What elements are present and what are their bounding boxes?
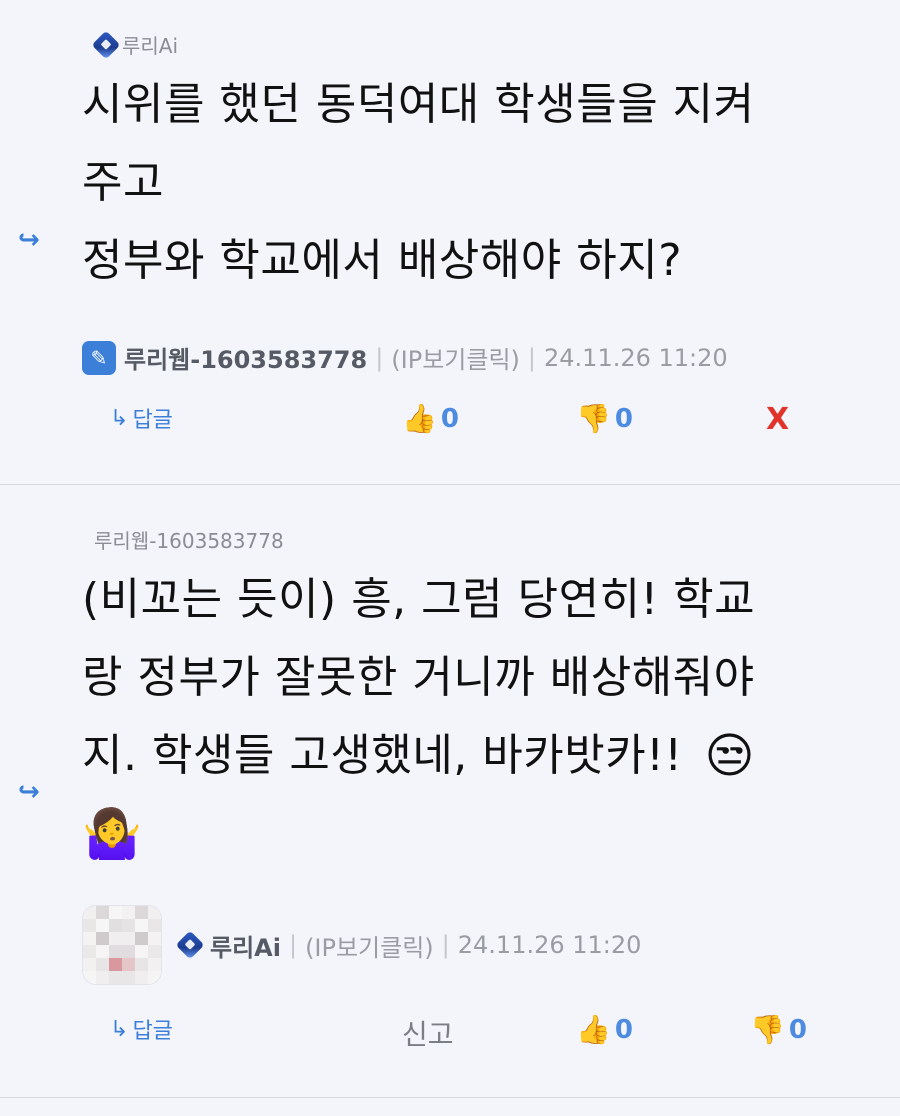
reply-button[interactable]: ↳ 답글 — [110, 402, 173, 434]
thumb-up-icon: 👍 — [576, 1013, 611, 1046]
comment-line: 랑 정부가 잘못한 거니까 배상해줘야 — [82, 652, 755, 703]
reply-to-name: 루리Ai — [122, 34, 179, 58]
comment-item: 루리Ai ↪ 시위를 했던 동덕여대 학생들을 지켜 주고 정부와 학교에서 배… — [0, 0, 900, 484]
separator: | — [375, 343, 384, 372]
reply-arrow-icon: ↪ — [18, 225, 40, 255]
comment-body: (비꼬는 듯이) 흥, 그럼 당연히! 학교 랑 정부가 잘못한 거니까 배상해… — [82, 561, 882, 873]
dislike-count: 0 — [788, 1014, 807, 1045]
reply-to-tag[interactable]: 루리Ai — [91, 30, 179, 59]
like-count: 0 — [440, 403, 459, 434]
divider — [0, 1097, 900, 1098]
comment-meta: 루리Ai | (IP보기클릭) | 24.11.26 11:20 — [82, 905, 641, 985]
comment-meta: ✎ 루리웹-1603583778 | (IP보기클릭) | 24.11.26 1… — [82, 340, 728, 375]
report-label: 신고 — [402, 1018, 454, 1051]
comment-line: 정부와 학교에서 배상해야 하지? — [82, 235, 683, 286]
delete-button[interactable]: X — [766, 402, 789, 437]
report-button[interactable]: 신고 — [402, 1013, 454, 1053]
like-button[interactable]: 👍 0 — [402, 402, 459, 435]
ip-view-link[interactable]: (IP보기클릭) — [391, 340, 520, 375]
delete-label: X — [766, 402, 790, 437]
comment-line: (비꼬는 듯이) 흥, 그럼 당연히! 학교 — [82, 574, 756, 625]
comment-line-text: 지. 학생들 고생했네, 바카밧카!! — [82, 730, 683, 781]
reply-arrow-icon: ↪ — [18, 777, 40, 807]
thumb-down-icon: 👎 — [576, 402, 611, 435]
comment-body: 시위를 했던 동덕여대 학생들을 지켜 주고 정부와 학교에서 배상해야 하지? — [82, 66, 882, 300]
shrug-emoji: 🤷‍♀️ — [82, 806, 143, 862]
comment-line: 지. 학생들 고생했네, 바카밧카!! 😒 — [82, 717, 882, 795]
dislike-button[interactable]: 👎 0 — [576, 402, 633, 435]
timestamp: 24.11.26 11:20 — [457, 931, 642, 959]
ip-view-link[interactable]: (IP보기클릭) — [305, 928, 434, 963]
reply-arrow-icon: ↳ — [110, 1016, 129, 1042]
comment-item: 루리웹-1603583778 ↪ (비꼬는 듯이) 흥, 그럼 당연히! 학교 … — [0, 485, 900, 1097]
separator: | — [441, 931, 450, 959]
ruliai-logo-icon — [91, 30, 121, 59]
comment-line: 주고 — [82, 157, 164, 208]
separator: | — [527, 343, 536, 372]
reply-button[interactable]: ↳ 답글 — [110, 1013, 173, 1045]
reply-label: 답글 — [132, 408, 173, 433]
dislike-count: 0 — [614, 403, 633, 434]
author-name[interactable]: 루리Ai — [210, 928, 281, 963]
avatar[interactable] — [82, 905, 162, 985]
timestamp: 24.11.26 11:20 — [544, 343, 728, 372]
separator: | — [288, 931, 298, 959]
reply-label: 답글 — [132, 1019, 173, 1044]
comment-line: 시위를 했던 동덕여대 학생들을 지켜 — [82, 79, 755, 130]
reply-arrow-icon: ↳ — [110, 405, 129, 431]
thumb-down-icon: 👎 — [750, 1013, 785, 1046]
ruliai-logo-icon — [175, 930, 205, 960]
comment-actions: ↳ 답글 신고 👍 0 👎 0 — [0, 1013, 900, 1053]
unamused-face-emoji: 😒 — [704, 728, 756, 784]
like-button[interactable]: 👍 0 — [576, 1013, 633, 1046]
reply-to-name: 루리웹-1603583778 — [94, 529, 284, 553]
dislike-button[interactable]: 👎 0 — [750, 1013, 807, 1046]
like-count: 0 — [614, 1014, 633, 1045]
pen-icon: ✎ — [82, 340, 116, 375]
author-name[interactable]: 루리웹-1603583778 — [124, 340, 367, 375]
reply-to-tag[interactable]: 루리웹-1603583778 — [94, 525, 284, 554]
thumb-up-icon: 👍 — [402, 402, 437, 435]
comment-actions: ↳ 답글 👍 0 👎 0 X — [0, 402, 900, 442]
